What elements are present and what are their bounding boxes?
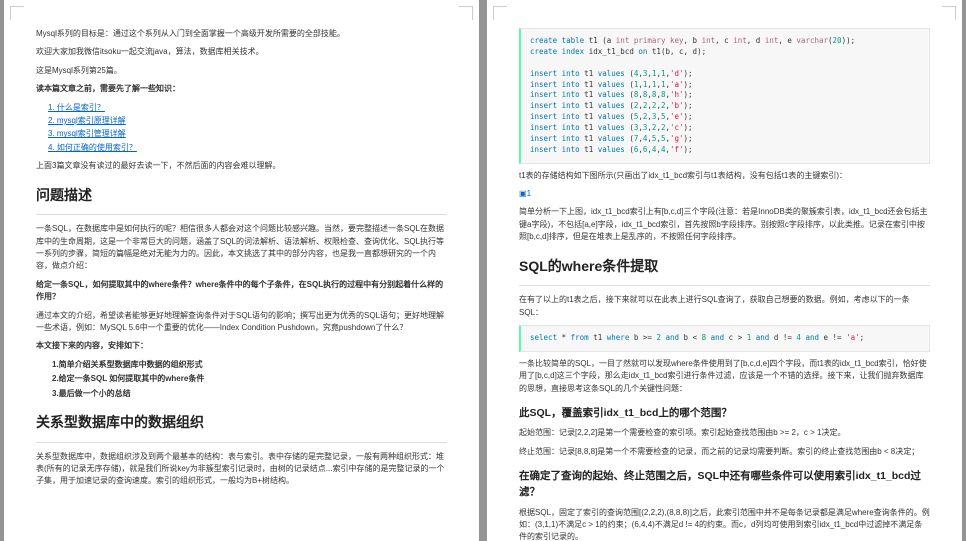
link-3[interactable]: 3. mysql索引管理详解 [48,128,447,140]
code-block-2: select * from t1 where b >= 2 and b < 8 … [519,325,930,352]
code-block-1: create table t1 (a int primary key, b in… [519,28,930,164]
heading-where: SQL的where条件提取 [519,256,930,278]
intro-3: 这是Mysql系列第25篇。 [36,65,447,77]
step-2: 2.给定一条SQL 如何提取其中的where条件 [52,373,447,385]
after-code1: t1表的存储结构如下图所示(只画出了idx_t1_bcd索引与t1表结构，没有包… [519,170,930,182]
steps-list: 1.简单介绍关系型数据库中数据的组织形式 2.给定一条SQL 如何提取其中的wh… [52,359,447,400]
heading-filter: 在确定了查询的起始、终止范围之后，SQL中还有哪些条件可以使用索引idx_t1_… [519,468,930,501]
heading-range: 此SQL，覆盖索引idx_t1_bcd上的哪个范围？ [519,405,930,421]
step-3: 3.最后做一个小的总结 [52,388,447,400]
rel-p1: 关系型数据库中，数据组织涉及到两个最基本的结构：表与索引。表中存储的是完整记录，… [36,451,447,488]
intro-1: Mysql系列的目标是：通过这个系列从入门到全面掌握一个高级开发所需要的全部技能… [36,28,447,40]
filter-p1: 根据SQL，固定了索引的查询范围[(2,2,2),(8,8,8)]之后，此索引范… [519,507,930,541]
range-p2: 终止范围：记录[8,8,8]是第一个不需要检查的记录，而之前的记录均需要判断。索… [519,446,930,458]
problem-p3: 本文接下来的内容，安排如下： [36,340,447,352]
link-2[interactable]: 2. mysql索引原理详解 [48,115,447,127]
range-p1: 起始范围：记录[2,2,2]是第一个需要检查的索引项。索引起始查找范围由b >=… [519,427,930,439]
problem-p1: 一条SQL，在数据库中是如何执行的呢？相信很多人都会对这个问题比较感兴趣。当然，… [36,223,447,273]
note-1: 上面3篇文章没有读过的最好去读一下，不然后面的内容会难以理解。 [36,160,447,172]
link-4[interactable]: 4. 如何正确的使用索引？ [48,142,447,154]
link-1[interactable]: 1. 什么是索引？ [48,102,447,114]
problem-bold: 给定一条SQL，如何提取其中的where条件？where条件中的每个子条件，在S… [36,279,447,304]
step-1: 1.简单介绍关系型数据库中数据的组织形式 [52,359,447,371]
page-left: Mysql系列的目标是：通过这个系列从入门到全面掌握一个高级开发所需要的全部技能… [4,0,479,541]
problem-p2: 通过本文的介绍，希望读者能够更好地理解查询条件对于SQL语句的影响；撰写出更为优… [36,310,447,335]
intro-2: 欢迎大家加我微信itsoku一起交流java，算法，数据库相关技术。 [36,46,447,58]
after-img: 简单分析一下上图，idx_t1_bcd索引上有[b,c,d]三个字段(注意：若是… [519,206,930,243]
image-placeholder-icon: ▣1 [519,188,930,200]
where-p1: 在有了以上的t1表之后，接下来就可以在此表上进行SQL查询了，获取自己想要的数据… [519,294,930,319]
heading-problem: 问题描述 [36,185,447,207]
link-list: 1. 什么是索引？ 2. mysql索引原理详解 3. mysql索引管理详解 … [48,102,447,155]
heading-relational: 关系型数据库中的数据组织 [36,412,447,434]
preread-title: 读本篇文章之前，需要先了解一些知识： [36,83,447,95]
where-p2: 一条比较简单的SQL，一目了然就可以发现where条件使用到了[b,c,d,e]… [519,358,930,395]
page-right: create table t1 (a int primary key, b in… [487,0,962,541]
